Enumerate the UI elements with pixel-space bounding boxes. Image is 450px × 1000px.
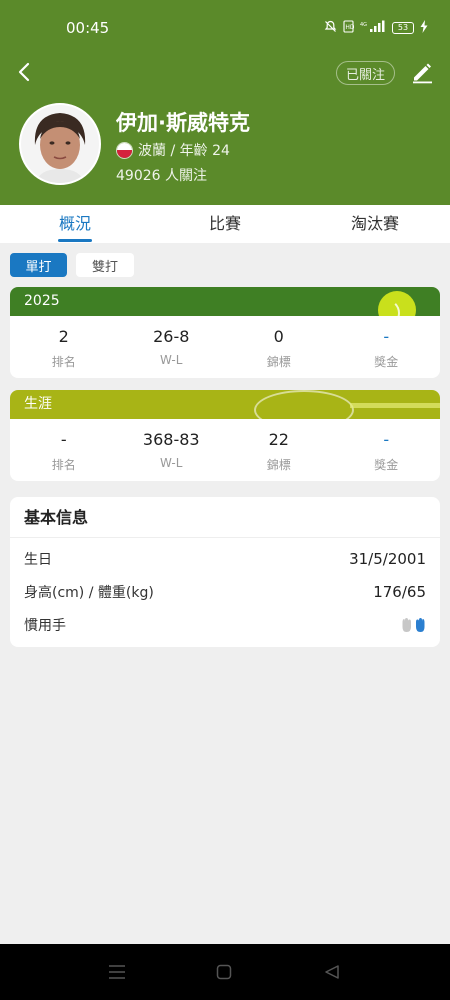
career-stat-wl: 368-83 W-L <box>118 419 226 481</box>
stat-label: 獎金 <box>374 458 399 472</box>
racket-handle-decoration <box>350 403 440 408</box>
stat-value: 368-83 <box>142 430 200 449</box>
menu-nav-button[interactable] <box>108 964 126 984</box>
basic-info-card: 基本信息 生日 31/5/2001 身高(cm) / 體重(kg) 176/65… <box>10 497 440 647</box>
stat-label: 錦標 <box>266 355 291 369</box>
follower-count: 49026 人關注 <box>116 168 207 184</box>
tab-active-indicator <box>58 239 92 242</box>
info-label: 生日 <box>24 551 52 568</box>
following-button[interactable]: 已關注 <box>336 61 395 85</box>
season-stat-rank: 2 排名 <box>10 316 118 378</box>
stat-value: 2 <box>58 327 69 346</box>
player-meta: 波蘭 / 年齡 24 <box>116 140 230 160</box>
charging-icon <box>420 18 428 37</box>
triangle-back-icon <box>325 965 339 979</box>
edit-button[interactable] <box>408 58 436 86</box>
season-stat-titles: 0 錦標 <box>225 316 333 378</box>
volte-icon: HD <box>343 18 355 37</box>
back-button[interactable] <box>12 60 36 84</box>
stat-label: 排名 <box>51 458 76 472</box>
player-header: 00:45 HD 4G 53 已關注 伊加·斯威特克 波蘭 / 年齡 24 49… <box>0 0 450 205</box>
player-avatar <box>19 103 101 185</box>
poland-flag-icon <box>116 141 133 159</box>
stat-value: - <box>60 430 67 449</box>
singles-toggle[interactable]: 單打 <box>10 253 67 277</box>
career-stats-row: - 排名 368-83 W-L 22 錦標 - 獎金 <box>10 419 440 481</box>
career-stat-titles: 22 錦標 <box>225 419 333 481</box>
career-stat-prize: - 獎金 <box>333 419 441 481</box>
chevron-left-icon <box>18 62 30 82</box>
stat-value: - <box>383 327 390 346</box>
pencil-icon <box>413 63 432 84</box>
stat-label: 獎金 <box>374 355 399 369</box>
signal-icon: 4G <box>360 18 386 37</box>
tab-knockout[interactable]: 淘汰賽 <box>300 205 450 243</box>
svg-text:4G: 4G <box>360 22 367 28</box>
season-stat-wl: 26-8 W-L <box>118 316 226 378</box>
status-icons: HD 4G 53 <box>324 18 428 37</box>
tennis-ball-icon <box>378 291 416 316</box>
tab-matches[interactable]: 比賽 <box>150 205 300 243</box>
menu-icon <box>109 965 125 979</box>
career-stats-card: 生涯 - 排名 368-83 W-L 22 錦標 - 獎金 <box>10 390 440 481</box>
handedness-indicator <box>401 617 426 633</box>
season-stats-card: 2025 2 排名 26-8 W-L 0 錦標 - 獎金 <box>10 287 440 378</box>
doubles-toggle[interactable]: 雙打 <box>76 253 134 277</box>
tab-matches-label: 比賽 <box>208 214 241 233</box>
season-stat-prize: - 獎金 <box>333 316 441 378</box>
tab-overview[interactable]: 概況 <box>0 205 150 243</box>
stat-value: 26-8 <box>153 327 190 346</box>
info-label: 慣用手 <box>24 617 66 634</box>
country-age-text: 波蘭 / 年齡 24 <box>138 143 230 159</box>
career-stat-rank: - 排名 <box>10 419 118 481</box>
tab-overview-label: 概況 <box>58 214 91 233</box>
stat-label: 排名 <box>51 355 76 369</box>
player-name: 伊加·斯威特克 <box>116 111 250 135</box>
tab-knockout-label: 淘汰賽 <box>350 214 399 233</box>
racket-icon <box>254 390 354 419</box>
career-card-header: 生涯 <box>10 390 440 419</box>
status-bar: 00:45 HD 4G 53 <box>0 0 450 50</box>
season-title: 2025 <box>24 293 60 309</box>
status-time: 00:45 <box>66 19 110 37</box>
stat-label: W-L <box>160 456 183 470</box>
stat-value: 0 <box>273 327 284 346</box>
info-row-height-weight: 身高(cm) / 體重(kg) 176/65 <box>10 575 440 608</box>
stat-label: W-L <box>160 353 183 367</box>
season-stats-row: 2 排名 26-8 W-L 0 錦標 - 獎金 <box>10 316 440 378</box>
stat-value: - <box>383 430 390 449</box>
left-hand-icon <box>402 617 411 632</box>
info-row-handedness: 慣用手 <box>10 608 440 641</box>
system-nav-bar <box>0 944 450 1000</box>
info-value: 31/5/2001 <box>349 549 426 568</box>
square-home-icon <box>216 964 232 980</box>
battery-icon: 53 <box>392 21 414 34</box>
career-title: 生涯 <box>24 396 52 412</box>
info-row-birthday: 生日 31/5/2001 <box>10 542 440 575</box>
right-hand-icon <box>416 617 425 632</box>
stat-value: 22 <box>268 430 289 449</box>
tab-bar: 概況 比賽 淘汰賽 <box>0 205 450 243</box>
svg-text:HD: HD <box>345 24 354 31</box>
info-value: 176/65 <box>373 582 426 601</box>
home-nav-button[interactable] <box>216 964 232 984</box>
mute-bell-icon <box>324 18 337 37</box>
season-card-header: 2025 <box>10 287 440 316</box>
back-nav-button[interactable] <box>324 964 340 984</box>
player-photo <box>21 105 99 183</box>
basic-info-title: 基本信息 <box>10 497 440 538</box>
stat-label: 錦標 <box>266 458 291 472</box>
info-label: 身高(cm) / 體重(kg) <box>24 584 154 601</box>
